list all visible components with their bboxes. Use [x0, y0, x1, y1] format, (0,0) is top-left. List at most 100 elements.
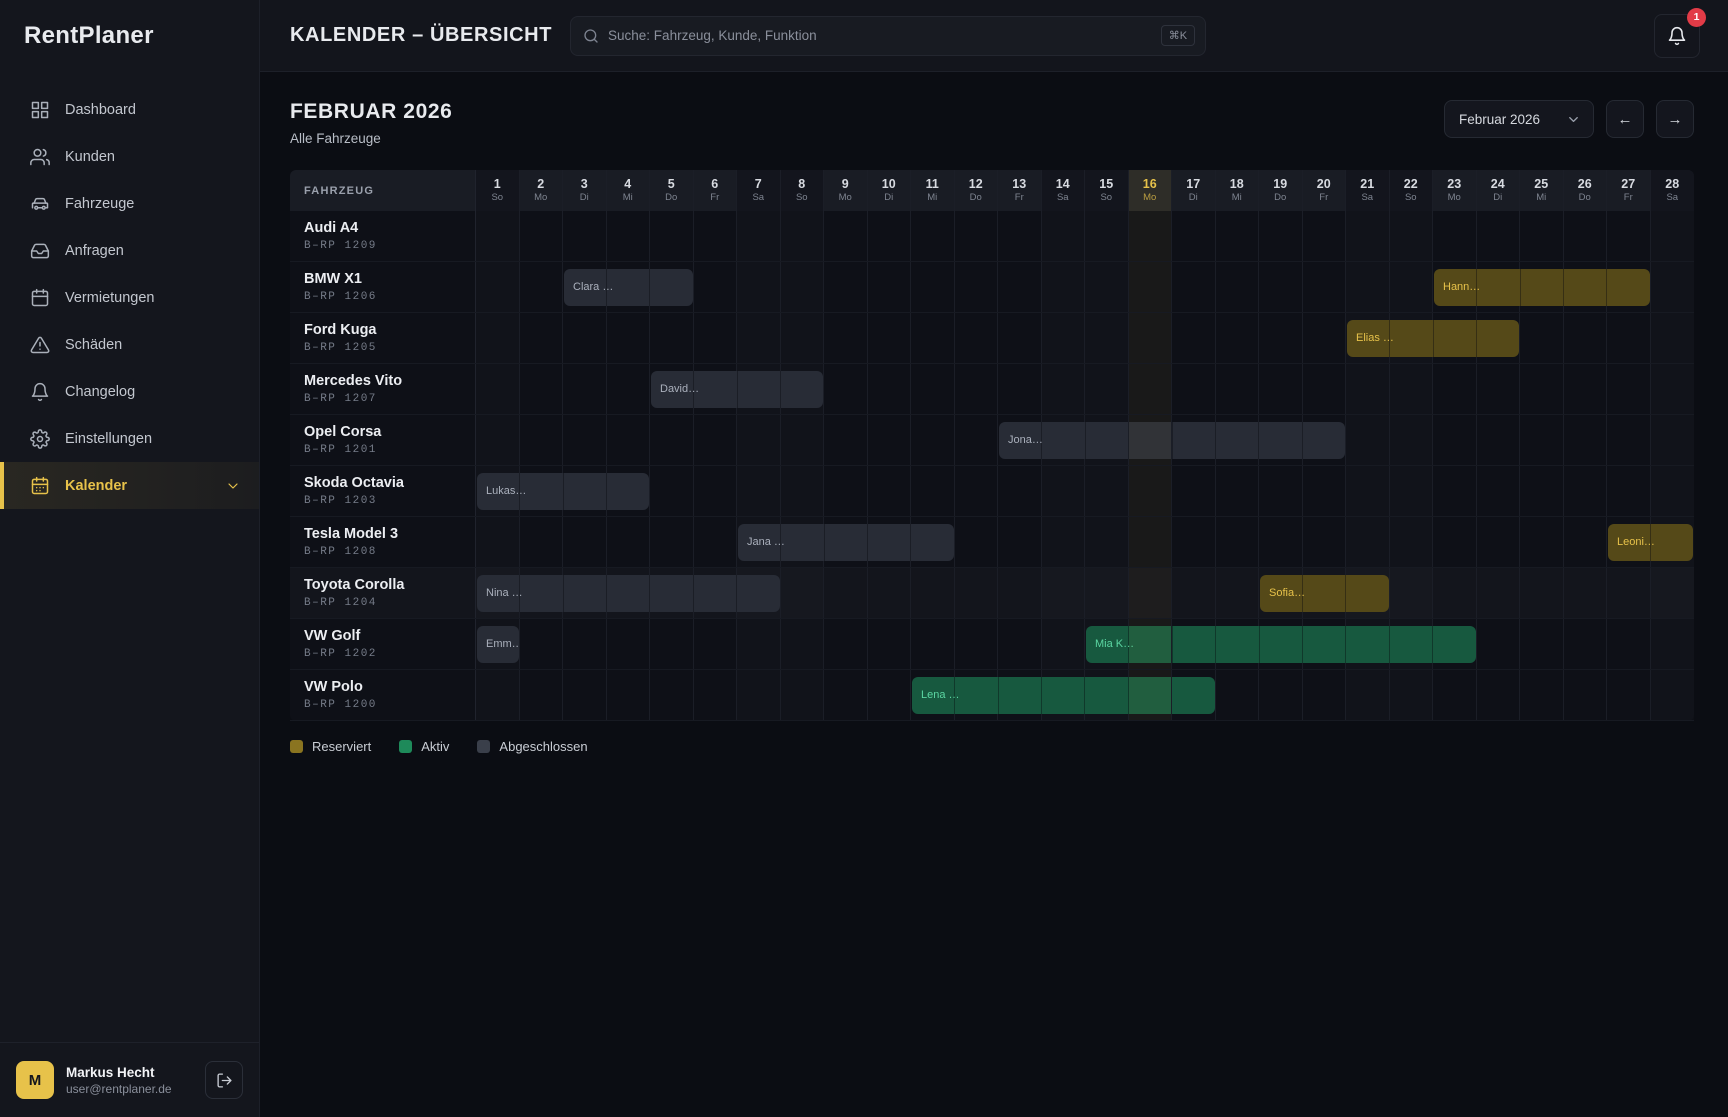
- day-cell[interactable]: [1259, 364, 1303, 414]
- day-cell[interactable]: [1259, 466, 1303, 516]
- day-cell[interactable]: [1216, 364, 1260, 414]
- day-cell[interactable]: [1216, 262, 1260, 312]
- day-cell[interactable]: [955, 466, 999, 516]
- day-cell[interactable]: [1303, 364, 1347, 414]
- day-cell[interactable]: [781, 619, 825, 669]
- day-cell[interactable]: [1216, 466, 1260, 516]
- day-cell[interactable]: [1216, 517, 1260, 567]
- day-cell[interactable]: [868, 313, 912, 363]
- day-cell[interactable]: [1651, 568, 1695, 618]
- day-cell[interactable]: [1303, 466, 1347, 516]
- day-cell[interactable]: [955, 313, 999, 363]
- day-cell[interactable]: [1651, 364, 1695, 414]
- day-cell[interactable]: [520, 670, 564, 720]
- day-cell[interactable]: [737, 619, 781, 669]
- day-cell[interactable]: [1651, 466, 1695, 516]
- day-cell[interactable]: [1172, 211, 1216, 261]
- day-cell[interactable]: [1520, 670, 1564, 720]
- day-cell[interactable]: [694, 313, 738, 363]
- day-cell[interactable]: [1520, 364, 1564, 414]
- day-cell[interactable]: [1172, 466, 1216, 516]
- day-cell[interactable]: [1651, 313, 1695, 363]
- day-cell[interactable]: [650, 670, 694, 720]
- day-cell[interactable]: [1129, 415, 1173, 465]
- day-cell[interactable]: [955, 364, 999, 414]
- day-cell[interactable]: [1216, 211, 1260, 261]
- day-cell[interactable]: [1042, 313, 1086, 363]
- day-cell[interactable]: [998, 568, 1042, 618]
- day-cell[interactable]: [737, 313, 781, 363]
- day-cell[interactable]: [1216, 313, 1260, 363]
- booking-bar[interactable]: Jona…: [999, 422, 1345, 459]
- day-cell[interactable]: [694, 619, 738, 669]
- day-cell[interactable]: [694, 211, 738, 261]
- day-cell[interactable]: [1259, 313, 1303, 363]
- day-cell[interactable]: [1564, 670, 1608, 720]
- day-cell[interactable]: [781, 466, 825, 516]
- logout-button[interactable]: [205, 1061, 243, 1099]
- day-cell[interactable]: [824, 466, 868, 516]
- day-cell[interactable]: [1651, 262, 1695, 312]
- day-cell[interactable]: [1259, 211, 1303, 261]
- day-cell[interactable]: [1651, 415, 1695, 465]
- day-cell[interactable]: [650, 466, 694, 516]
- day-cell[interactable]: [1303, 211, 1347, 261]
- day-cell[interactable]: [1303, 670, 1347, 720]
- day-cell[interactable]: [563, 211, 607, 261]
- prev-month-button[interactable]: ←: [1606, 100, 1644, 138]
- day-cell[interactable]: [1303, 262, 1347, 312]
- day-cell[interactable]: [1129, 670, 1173, 720]
- next-month-button[interactable]: →: [1656, 100, 1694, 138]
- day-cell[interactable]: [1259, 670, 1303, 720]
- day-cell[interactable]: [476, 670, 520, 720]
- sidebar-item-kalender[interactable]: Kalender: [0, 462, 259, 509]
- day-cell[interactable]: [650, 517, 694, 567]
- day-cell[interactable]: [520, 211, 564, 261]
- day-cell[interactable]: [868, 670, 912, 720]
- day-cell[interactable]: [781, 211, 825, 261]
- day-cell[interactable]: [1303, 313, 1347, 363]
- day-cell[interactable]: [1433, 466, 1477, 516]
- day-cell[interactable]: [1520, 313, 1564, 363]
- day-cell[interactable]: [781, 670, 825, 720]
- day-cell[interactable]: [607, 670, 651, 720]
- day-cell[interactable]: [824, 211, 868, 261]
- day-cell[interactable]: [824, 568, 868, 618]
- day-cell[interactable]: [868, 568, 912, 618]
- booking-bar[interactable]: Nina …: [477, 575, 780, 612]
- day-cell[interactable]: [607, 313, 651, 363]
- day-cell[interactable]: [694, 670, 738, 720]
- day-cell[interactable]: [1477, 670, 1521, 720]
- sidebar-item-einstellungen[interactable]: Einstellungen: [0, 415, 259, 462]
- day-cell[interactable]: [1042, 364, 1086, 414]
- day-cell[interactable]: [1564, 517, 1608, 567]
- day-cell[interactable]: [563, 313, 607, 363]
- booking-bar[interactable]: David…: [651, 371, 823, 408]
- day-cell[interactable]: [1607, 568, 1651, 618]
- day-cell[interactable]: [1303, 517, 1347, 567]
- day-cell[interactable]: [563, 517, 607, 567]
- day-cell[interactable]: [476, 517, 520, 567]
- day-cell[interactable]: [520, 313, 564, 363]
- day-cell[interactable]: [1564, 568, 1608, 618]
- day-cell[interactable]: [1042, 262, 1086, 312]
- day-cell[interactable]: [1129, 619, 1173, 669]
- day-cell[interactable]: [1085, 364, 1129, 414]
- day-cell[interactable]: [1042, 517, 1086, 567]
- day-cell[interactable]: [694, 517, 738, 567]
- day-cell[interactable]: [1390, 466, 1434, 516]
- day-cell[interactable]: [1085, 262, 1129, 312]
- day-cell[interactable]: [1477, 415, 1521, 465]
- day-cell[interactable]: [911, 568, 955, 618]
- day-cell[interactable]: [1390, 415, 1434, 465]
- day-cell[interactable]: [694, 466, 738, 516]
- booking-bar[interactable]: Sofia…: [1260, 575, 1389, 612]
- day-cell[interactable]: [1259, 262, 1303, 312]
- search-input[interactable]: [608, 28, 1152, 43]
- day-cell[interactable]: [1259, 517, 1303, 567]
- day-cell[interactable]: [1433, 517, 1477, 567]
- booking-bar[interactable]: Hann…: [1434, 269, 1650, 306]
- day-cell[interactable]: [1042, 619, 1086, 669]
- day-cell[interactable]: [1346, 364, 1390, 414]
- day-cell[interactable]: [1564, 364, 1608, 414]
